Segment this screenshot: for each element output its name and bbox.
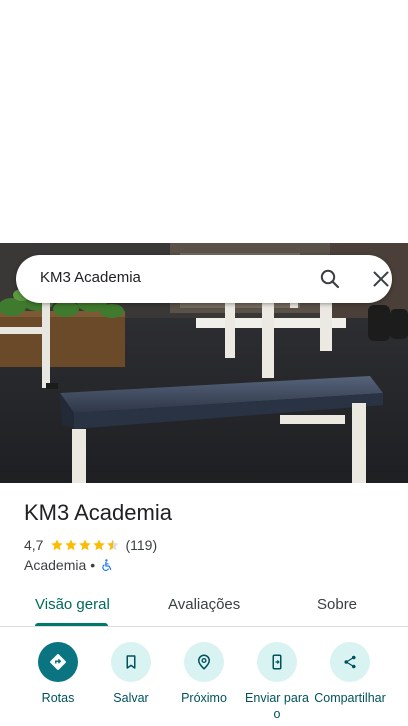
search-bar[interactable]: KM3 Academia [16,255,392,303]
tab-overview[interactable]: Visão geral [35,596,110,613]
action-buttons: Rotas Salvar Próximo Enviar para o Compa… [0,642,408,726]
directions-label: Rotas [41,691,75,705]
star-icon [93,539,106,551]
place-tabs: Visão geral Avaliações Sobre [0,583,408,627]
send-to-phone-label: Enviar para o [245,691,309,721]
star-icon [65,539,78,551]
share-button[interactable]: Compartilhar [314,642,386,706]
share-label: Compartilhar [314,691,386,705]
send-to-phone-icon [272,654,282,670]
save-label: Salvar [113,691,149,705]
blank-map-area [0,0,408,243]
wheelchair-icon [102,559,112,571]
star-icon [51,539,64,551]
rating-stars [50,538,120,552]
search-icon[interactable] [318,267,342,291]
share-icon [344,655,356,669]
bookmark-icon [126,655,136,669]
send-to-phone-button[interactable]: Enviar para o [242,642,312,722]
directions-icon [50,654,66,670]
star-icon [79,539,92,551]
close-icon[interactable] [369,267,393,291]
category-row: Academia • [24,556,114,574]
separator: • [90,557,96,573]
save-button[interactable]: Salvar [96,642,166,706]
category-label: Academia [24,557,87,573]
tab-reviews[interactable]: Avaliações [168,596,240,613]
search-query[interactable]: KM3 Academia [40,269,141,286]
nearby-label: Próximo [181,691,227,705]
active-tab-indicator [35,623,108,626]
nearby-button[interactable]: Próximo [169,642,239,706]
half-star-icon [107,539,120,551]
rating-row[interactable]: 4,7 (119) [24,536,157,554]
tab-about[interactable]: Sobre [317,596,357,613]
directions-button[interactable]: Rotas [23,642,93,706]
rating-value: 4,7 [24,537,44,553]
review-count[interactable]: (119) [125,537,157,553]
place-title: KM3 Academia [24,500,172,525]
nearby-icon [197,654,211,670]
